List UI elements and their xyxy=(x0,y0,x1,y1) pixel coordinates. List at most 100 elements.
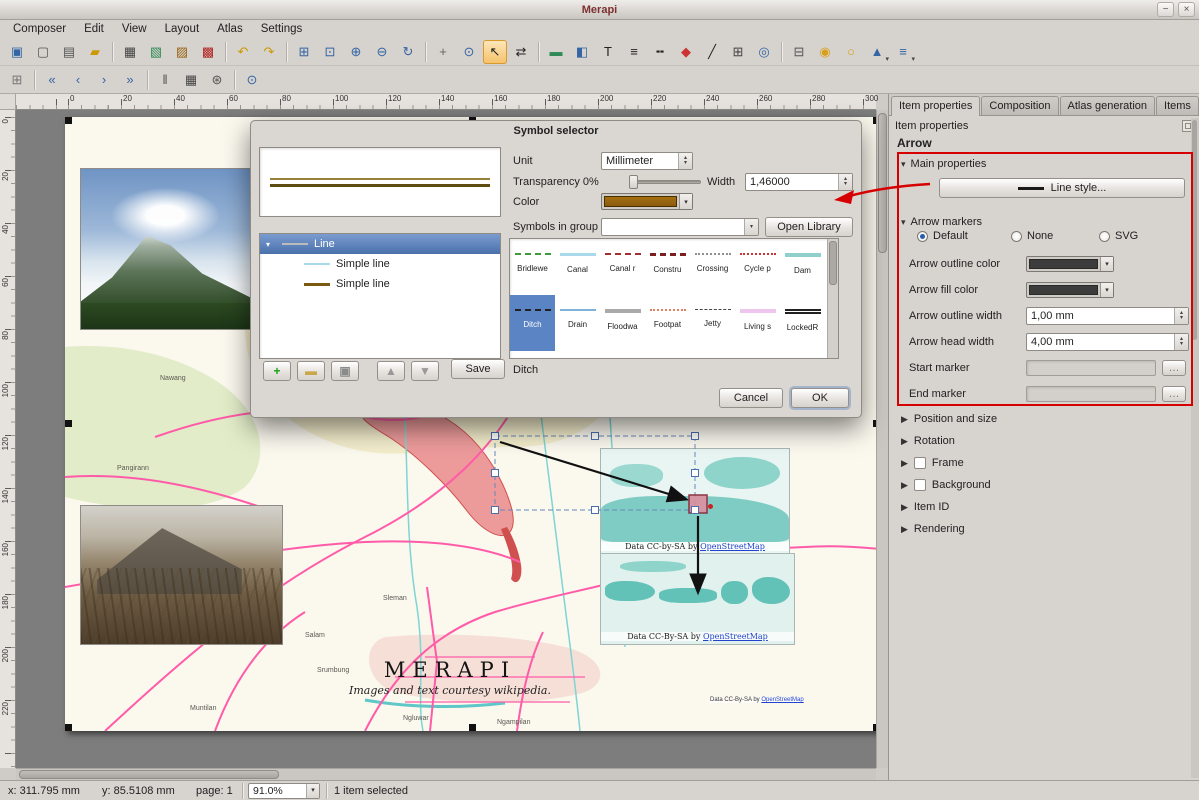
save-project-icon[interactable]: ▣ xyxy=(5,40,29,64)
symbol-gallery[interactable]: BridleweCanalCanal rConstruCrossingCycle… xyxy=(509,238,839,359)
save-symbol-button[interactable]: Save xyxy=(451,359,505,379)
export-pdf-icon[interactable]: ▩ xyxy=(196,40,220,64)
zoom-tool-icon[interactable]: ⊙ xyxy=(457,40,481,64)
duplicate-composition-icon[interactable]: ▤ xyxy=(57,40,81,64)
add-arrow-icon[interactable]: ╱ xyxy=(700,40,724,64)
frame-checkbox[interactable] xyxy=(914,457,926,469)
symbol-color-button[interactable]: ▾ xyxy=(601,193,693,210)
atlas-settings-icon[interactable]: ⊛ xyxy=(205,68,229,92)
raise-items-icon[interactable]: ▲▾ xyxy=(865,40,889,64)
remove-symbol-layer-button[interactable]: ▬ xyxy=(297,361,325,381)
add-legend-icon[interactable]: ≡ xyxy=(622,40,646,64)
move-layer-up-button[interactable]: ▲ xyxy=(377,361,405,381)
menu-settings[interactable]: Settings xyxy=(252,21,312,37)
lock-symbol-layer-button[interactable]: ▣ xyxy=(331,361,359,381)
selection-handle[interactable] xyxy=(592,507,599,514)
new-composition-icon[interactable]: ▢ xyxy=(31,40,55,64)
unlock-items-icon[interactable]: ○ xyxy=(839,40,863,64)
add-label-icon[interactable]: T xyxy=(596,40,620,64)
transparency-slider[interactable] xyxy=(629,175,701,189)
symbol-cycle-p[interactable]: Cycle p xyxy=(735,239,780,295)
radio-default[interactable]: Default xyxy=(917,230,968,242)
symbol-constru[interactable]: Constru xyxy=(645,239,690,295)
undo-icon[interactable]: ↶ xyxy=(231,40,255,64)
symbol-floodwa[interactable]: Floodwa xyxy=(600,295,645,351)
menu-layout[interactable]: Layout xyxy=(156,21,209,37)
vertical-scrollbar[interactable] xyxy=(876,110,888,768)
selection-handle[interactable] xyxy=(692,433,699,440)
move-layer-down-button[interactable]: ▼ xyxy=(411,361,439,381)
symbol-layer-row[interactable]: Simple line xyxy=(260,274,500,294)
zoom-full-icon[interactable]: ⊞ xyxy=(292,40,316,64)
start-marker-browse-button[interactable]: … xyxy=(1162,360,1186,376)
main-properties-header[interactable]: ▾ Main properties xyxy=(901,158,986,170)
symbol-living-s[interactable]: Living s xyxy=(735,295,780,351)
add-image-icon[interactable]: ◧ xyxy=(570,40,594,64)
item-resize-handle[interactable] xyxy=(873,724,876,731)
add-html-icon[interactable]: ◎ xyxy=(752,40,776,64)
item-resize-handle[interactable] xyxy=(873,420,876,427)
lock-items-icon[interactable]: ◉ xyxy=(813,40,837,64)
arrow-markers-header[interactable]: ▾ Arrow markers xyxy=(901,216,982,228)
spinner-icon[interactable]: ▴▾ xyxy=(1174,308,1188,324)
symbol-bridlewe[interactable]: Bridlewe xyxy=(510,239,555,295)
section-rendering[interactable]: ▶Rendering xyxy=(893,518,1193,540)
select-move-item-icon[interactable]: ↖ xyxy=(483,40,507,64)
scrollbar-thumb[interactable] xyxy=(878,113,887,253)
item-resize-handle[interactable] xyxy=(873,117,876,124)
item-resize-handle[interactable] xyxy=(65,117,72,124)
close-button[interactable]: × xyxy=(1178,2,1195,17)
selection-handle[interactable] xyxy=(492,507,499,514)
symbol-layer-row[interactable]: Simple line xyxy=(260,254,500,274)
symbol-jetty[interactable]: Jetty xyxy=(690,295,735,351)
add-table-icon[interactable]: ⊞ xyxy=(726,40,750,64)
radio-none[interactable]: None xyxy=(1011,230,1053,242)
symbol-canal-r[interactable]: Canal r xyxy=(600,239,645,295)
zoom-out-icon[interactable]: ⊖ xyxy=(370,40,394,64)
symbol-layer-row[interactable]: ▾Line xyxy=(260,234,500,254)
item-resize-handle[interactable] xyxy=(65,420,72,427)
open-template-icon[interactable]: ▰ xyxy=(83,40,107,64)
print-atlas-icon[interactable]: ▦ xyxy=(179,68,203,92)
background-checkbox[interactable] xyxy=(914,479,926,491)
tab-items[interactable]: Items xyxy=(1156,96,1199,115)
section-frame[interactable]: ▶Frame xyxy=(893,452,1193,474)
move-item-content-icon[interactable]: ⇄ xyxy=(509,40,533,64)
symbol-drain[interactable]: Drain xyxy=(555,295,600,351)
scrollbar-thumb[interactable] xyxy=(19,770,279,779)
atlas-first-icon[interactable]: « xyxy=(40,68,64,92)
spinner-icon[interactable]: ▴▾ xyxy=(838,174,852,190)
start-marker-field[interactable] xyxy=(1026,360,1156,376)
export-svg-icon[interactable]: ▨ xyxy=(170,40,194,64)
menu-edit[interactable]: Edit xyxy=(75,21,113,37)
symbol-lockedr[interactable]: LockedR xyxy=(780,295,825,351)
selection-handle[interactable] xyxy=(492,433,499,440)
section-position-and-size[interactable]: ▶Position and size xyxy=(893,408,1193,430)
zoom-actual-icon[interactable]: ⊡ xyxy=(318,40,342,64)
symbol-ditch[interactable]: Ditch xyxy=(510,295,555,351)
gallery-scrollbar[interactable] xyxy=(827,239,838,358)
zoom-in-icon[interactable]: ⊕ xyxy=(344,40,368,64)
end-marker-browse-button[interactable]: … xyxy=(1162,386,1186,402)
add-map-icon[interactable]: ▬ xyxy=(544,40,568,64)
align-items-icon[interactable]: ≡▾ xyxy=(891,40,915,64)
arrow-head-width-spinbox[interactable]: 4,00 mm▴▾ xyxy=(1026,333,1189,351)
slider-handle[interactable] xyxy=(629,175,638,189)
menu-view[interactable]: View xyxy=(113,21,156,37)
radio-svg[interactable]: SVG xyxy=(1099,230,1138,242)
item-resize-handle[interactable] xyxy=(65,724,72,731)
add-symbol-layer-button[interactable]: + xyxy=(263,361,291,381)
section-item-id[interactable]: ▶Item ID xyxy=(893,496,1193,518)
width-spinbox[interactable]: 1,46000 ▴▾ xyxy=(745,173,853,191)
add-scalebar-icon[interactable]: ╍ xyxy=(648,40,672,64)
add-shape-icon[interactable]: ◆ xyxy=(674,40,698,64)
symbols-group-combo[interactable]: ▾ xyxy=(601,218,759,236)
ok-button[interactable]: OK xyxy=(791,388,849,408)
symbol-dam[interactable]: Dam xyxy=(780,239,825,295)
symbol-canal[interactable]: Canal xyxy=(555,239,600,295)
scrollbar-thumb[interactable] xyxy=(829,241,837,285)
print-icon[interactable]: ▦ xyxy=(118,40,142,64)
arrow-outline-width-spinbox[interactable]: 1,00 mm▴▾ xyxy=(1026,307,1189,325)
menu-atlas[interactable]: Atlas xyxy=(208,21,252,37)
zoom-atlas-icon[interactable]: ⊙ xyxy=(240,68,264,92)
